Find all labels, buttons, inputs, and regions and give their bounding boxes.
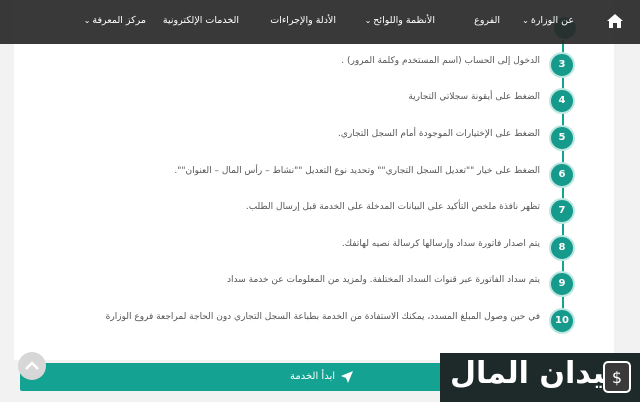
- start-service-label: ابدأ الخدمة: [290, 371, 336, 382]
- step-text: الدخول إلى الحساب (اسم المستخدم وكلمة ال…: [341, 56, 540, 66]
- nav-item-1[interactable]: الفروع: [474, 15, 500, 26]
- top-navbar: عن الوزارة⌄ الفروع الأنظمة واللوائح⌄ الأدلة…: [0, 0, 640, 44]
- step-number-badge: 3: [549, 52, 575, 78]
- nav-item-3[interactable]: الأدلة والإجراءات: [270, 15, 336, 26]
- nav-item-5[interactable]: مركز المعرفة⌄: [84, 15, 146, 26]
- nav-item-2[interactable]: الأنظمة واللوائح⌄: [365, 15, 435, 26]
- step-number-badge: 7: [549, 198, 575, 224]
- nav-item-label: الأنظمة واللوائح: [373, 15, 435, 26]
- nav-item-label: الخدمات الإلكترونية: [162, 15, 239, 26]
- nav-item-label: الفروع: [474, 15, 500, 26]
- step-text: يتم اصدار فاتورة سداد وإرسالها كرسالة نص…: [341, 239, 540, 249]
- nav-item-4[interactable]: الخدمات الإلكترونية: [163, 15, 239, 26]
- nav-item-0[interactable]: عن الوزارة⌄: [522, 15, 574, 26]
- step-text: الضغط على أيقونة سجلاتي التجارية: [408, 92, 540, 102]
- scroll-to-top-button[interactable]: [18, 352, 46, 380]
- send-icon: [341, 371, 353, 383]
- money-icon: $: [603, 361, 631, 393]
- step-number-badge: 8: [549, 235, 575, 261]
- step-text: تظهر نافذة ملخص التأكيد على البيانات الم…: [245, 202, 540, 212]
- home-icon[interactable]: [606, 12, 624, 30]
- chevron-down-icon: ⌄: [364, 16, 372, 25]
- step-number-badge: 5: [549, 125, 575, 151]
- step-text: الضغط على الإختيارات الموجودة أمام السجل…: [338, 129, 540, 139]
- svg-text:$: $: [612, 368, 622, 387]
- step-number-badge: 4: [549, 88, 575, 114]
- watermark-logo-text: ميدان المال: [450, 356, 624, 391]
- nav-item-label: الأدلة والإجراءات: [270, 15, 336, 26]
- page: عن الوزارة⌄ الفروع الأنظمة واللوائح⌄ الأدلة…: [0, 0, 640, 402]
- nav-item-label: عن الوزارة: [530, 15, 574, 26]
- chevron-down-icon: ⌄: [522, 16, 529, 25]
- steps-card: [14, 0, 614, 360]
- chevron-up-icon: [25, 361, 39, 370]
- step-text: في حين وصول المبلغ المسدد، يمكنك الاستفا…: [105, 312, 540, 322]
- step-number-badge: 6: [549, 162, 575, 188]
- step-number-badge: 10: [549, 308, 575, 334]
- nav-item-label: مركز المعرفة: [92, 15, 146, 26]
- step-number-badge: 9: [549, 271, 575, 297]
- step-text: الضغط على خيار ""تعديل السجل التجاري"" و…: [174, 166, 540, 176]
- step-text: يتم سداد الفاتورة عبر قنوات السداد المخت…: [227, 275, 540, 285]
- chevron-down-icon: ⌄: [83, 16, 91, 25]
